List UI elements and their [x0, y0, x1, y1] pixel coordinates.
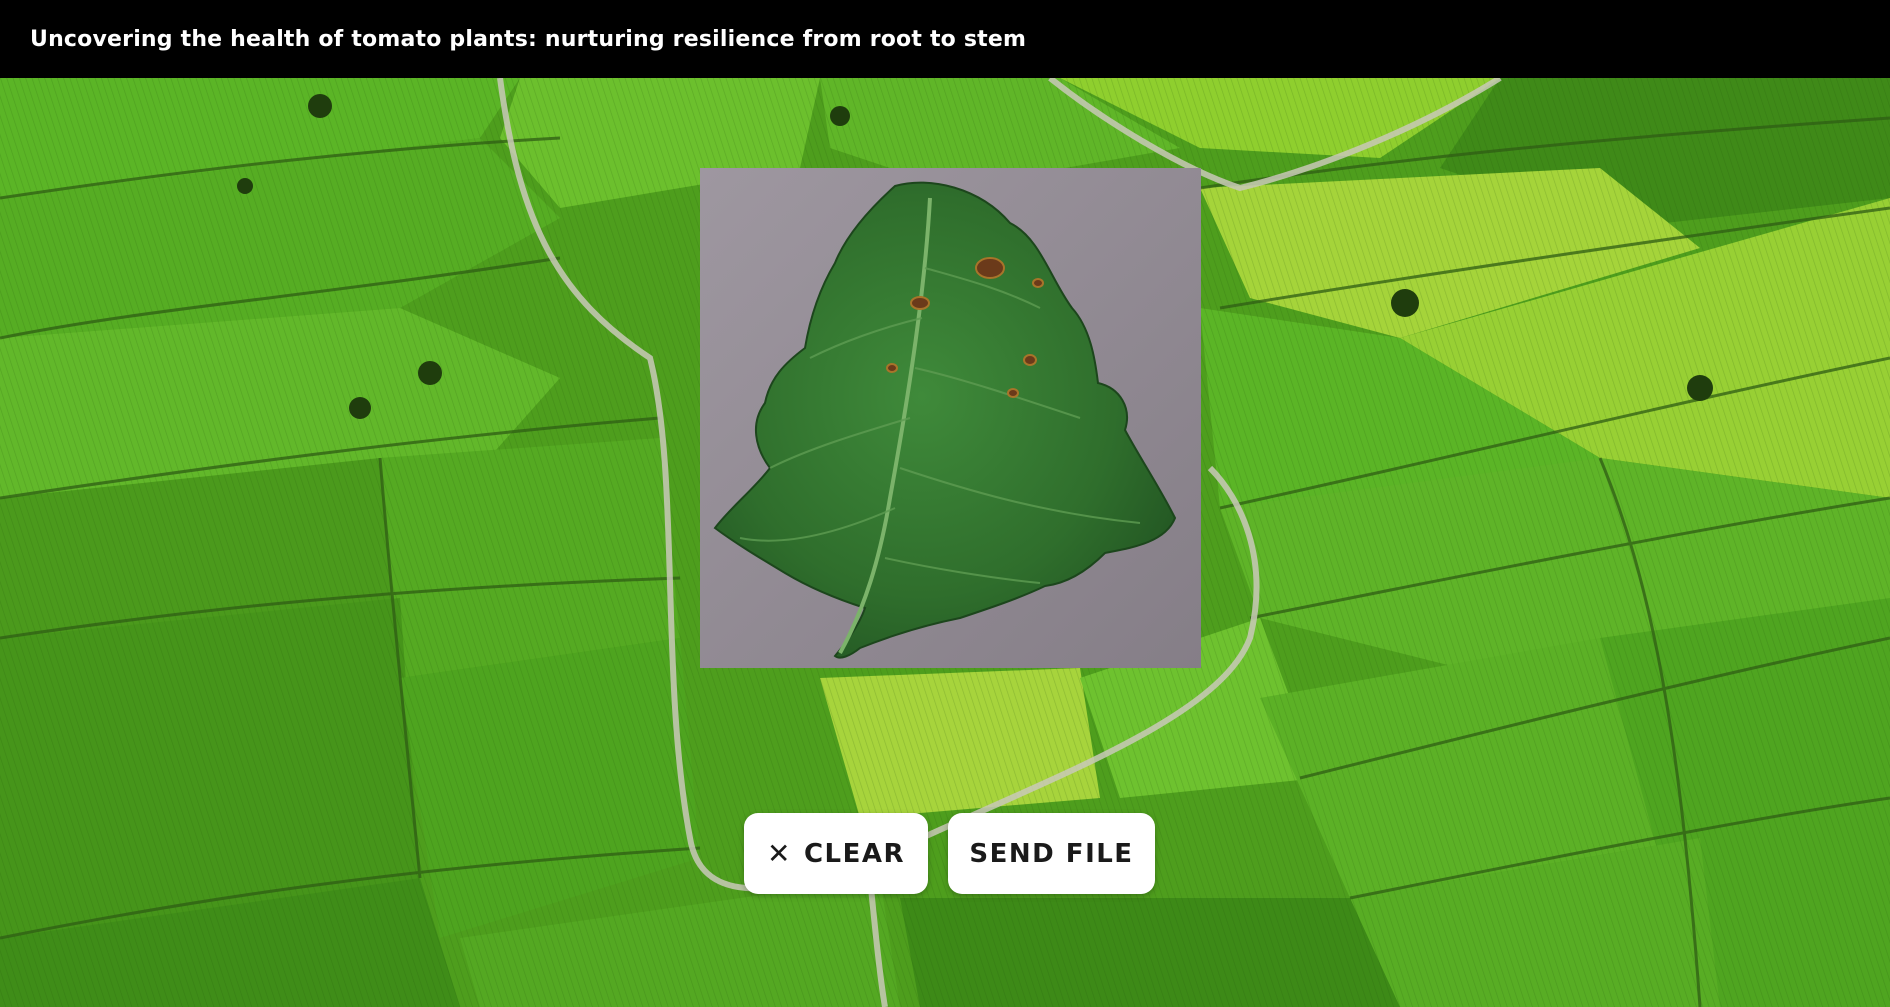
clear-button-label: CLEAR: [803, 838, 906, 869]
tomato-leaf-image: [700, 168, 1201, 668]
uploaded-image-preview: [700, 168, 1201, 668]
page-title: Uncovering the health of tomato plants: …: [30, 26, 1027, 52]
app-header: Uncovering the health of tomato plants: …: [0, 0, 1890, 78]
close-icon: ✕: [766, 836, 792, 870]
send-file-button-label: SEND FILE: [969, 838, 1134, 869]
clear-button[interactable]: ✕ CLEAR: [744, 813, 928, 894]
send-file-button[interactable]: SEND FILE: [948, 813, 1155, 894]
